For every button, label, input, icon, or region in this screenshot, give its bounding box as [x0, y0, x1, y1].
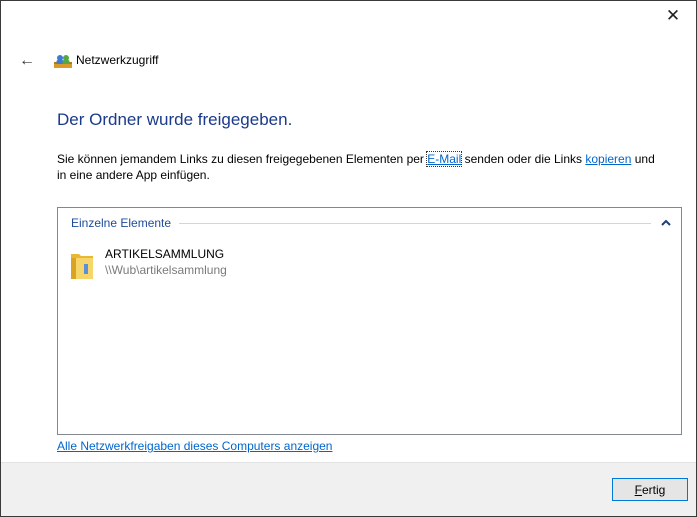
footer-bar: Fertig: [1, 462, 696, 516]
back-arrow-icon: ←: [19, 52, 35, 69]
close-button[interactable]: ✕: [650, 1, 696, 31]
back-button[interactable]: ←: [15, 49, 39, 73]
chevron-up-icon[interactable]: [659, 218, 673, 228]
close-icon: ✕: [665, 6, 681, 25]
window-title: Netzwerkzugriff: [76, 53, 159, 67]
done-button[interactable]: Fertig: [612, 478, 688, 501]
description-text: Sie können jemandem Links zu diesen frei…: [57, 151, 657, 183]
group-header[interactable]: Einzelne Elemente: [71, 215, 673, 231]
item-name: ARTIKELSAMMLUNG: [105, 247, 225, 261]
item-path: \\Wub\artikelsammlung: [105, 263, 227, 277]
group-label: Einzelne Elemente: [71, 216, 172, 230]
done-button-accel: F: [634, 482, 642, 497]
page-title: Der Ordner wurde freigegeben.: [57, 110, 293, 129]
copy-link[interactable]: kopieren: [585, 152, 631, 166]
dialog-window: ✕ ← Netzwerkzugriff Der Ordner wurde fre…: [0, 0, 697, 517]
done-button-label: ertig: [642, 482, 666, 497]
show-all-shares-link[interactable]: Alle Netzwerkfreigaben dieses Computers …: [57, 439, 332, 453]
folder-icon: [71, 254, 93, 279]
shared-items-list[interactable]: Einzelne Elemente ARTIKELSAMMLUNG \\Wub\…: [57, 207, 682, 435]
network-access-icon: [54, 55, 72, 68]
description-part-2: senden oder die Links: [461, 152, 586, 166]
group-divider: [179, 222, 651, 224]
email-link[interactable]: E-Mail: [426, 151, 463, 167]
list-item[interactable]: ARTIKELSAMMLUNG \\Wub\artikelsammlung: [70, 246, 310, 282]
description-part-1: Sie können jemandem Links zu diesen frei…: [57, 152, 428, 166]
